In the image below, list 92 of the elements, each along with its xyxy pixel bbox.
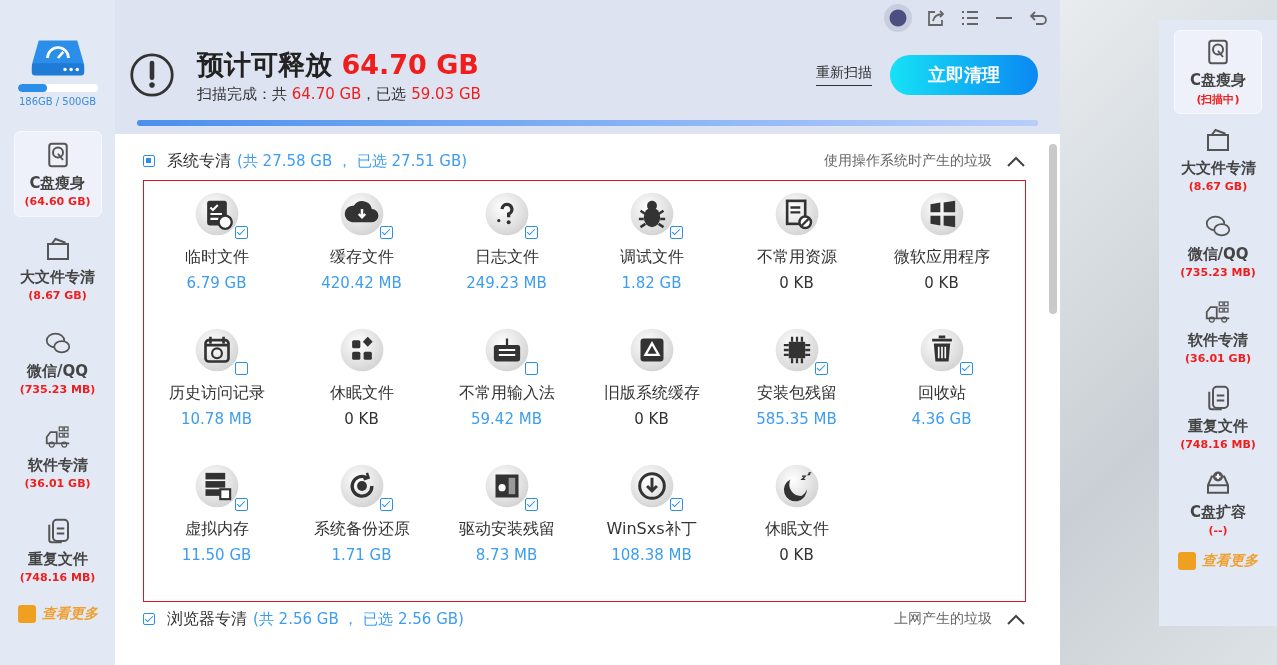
section-summary: (共 27.58 GB ， 已选 27.51 GB) (237, 151, 469, 171)
item-name: 系统备份还原 (313, 519, 410, 540)
item-size: 8.73 MB (475, 546, 538, 564)
sidebar-item[interactable]: 重复文件 (748.16 MB) (13, 507, 102, 593)
chip-icon (773, 327, 820, 373)
item-size: 420.42 MB (321, 274, 402, 292)
item-name: 不常用资源 (756, 247, 837, 268)
section-description: 使用操作系统时产生的垃圾 (824, 152, 992, 170)
avatar-icon[interactable] (884, 4, 912, 32)
item-checkbox[interactable] (379, 226, 393, 239)
item-name: 旧版系统缓存 (603, 383, 700, 404)
item-name: 日志文件 (474, 247, 539, 268)
calendar-icon (193, 327, 240, 373)
item-size: 0 KB (779, 274, 814, 292)
sidebar-item[interactable]: 微信/QQ (735.23 MB) (13, 319, 102, 405)
four-squares-icon (918, 191, 965, 237)
item-checkbox[interactable] (524, 362, 538, 375)
item-name: 回收站 (917, 383, 966, 404)
item-size: 585.35 MB (756, 410, 837, 428)
cloud-download-icon (338, 191, 385, 237)
section-checkbox[interactable] (143, 613, 155, 625)
item-checkbox[interactable] (524, 226, 538, 239)
disk-speed-icon (29, 38, 86, 78)
item-name: 临时文件 (184, 247, 249, 268)
item-name: 休眠文件 (764, 519, 829, 540)
document-block-icon (773, 191, 820, 237)
sidebar-item[interactable]: 软件专清 (36.01 GB) (1174, 290, 1262, 372)
item-size: 4.36 GB (911, 410, 972, 428)
question-icon (483, 191, 530, 237)
item-name: 缓存文件 (329, 247, 394, 268)
sidebar-item[interactable]: C盘瘦身 (扫描中) (1174, 30, 1262, 114)
menu-icon[interactable] (960, 8, 980, 28)
restore-icon (338, 463, 385, 509)
sidebar-item[interactable]: 微信/QQ (735.23 MB) (1174, 204, 1262, 286)
section-title: 浏览器专清 (167, 608, 247, 630)
server-icon (193, 463, 240, 509)
item-size: 11.50 GB (181, 546, 252, 564)
item-name: 微软应用程序 (893, 247, 990, 268)
item-size: 59.42 MB (471, 410, 542, 428)
item-checkbox[interactable] (379, 498, 393, 511)
collapse-icon[interactable] (1006, 155, 1026, 167)
item-size: 1.71 GB (331, 546, 392, 564)
item-checkbox[interactable] (669, 226, 683, 239)
share-icon[interactable] (926, 8, 946, 28)
sidebar-item[interactable]: 重复文件 (748.16 MB) (1174, 376, 1262, 458)
moon-icon (773, 463, 820, 509)
trash-icon (918, 327, 965, 373)
item-size: 10.78 MB (181, 410, 252, 428)
document-clock-icon (193, 191, 240, 237)
item-checkbox[interactable] (234, 362, 248, 375)
item-size: 0 KB (779, 546, 814, 564)
item-size: 0 KB (924, 274, 959, 292)
item-name: 调试文件 (619, 247, 684, 268)
download-icon (628, 463, 675, 509)
item-checkbox[interactable] (234, 498, 248, 511)
item-size: 6.79 GB (186, 274, 247, 292)
sidebar-item[interactable]: 大文件专清 (8.67 GB) (13, 225, 102, 311)
item-name: 休眠文件 (329, 383, 394, 404)
section-description: 上网产生的垃圾 (894, 610, 992, 628)
item-size: 1.82 GB (621, 274, 682, 292)
item-checkbox[interactable] (234, 226, 248, 239)
item-name: WinSxs补丁 (606, 519, 697, 540)
item-checkbox[interactable] (524, 498, 538, 511)
item-name: 驱动安装残留 (458, 519, 555, 540)
section-title: 系统专清 (167, 150, 231, 172)
item-name: 不常用输入法 (458, 383, 555, 404)
item-size: 0 KB (634, 410, 669, 428)
item-size: 0 KB (344, 410, 379, 428)
release-estimate-title: 预计可释放 64.70 GB (197, 47, 480, 82)
item-name: 历史访问记录 (168, 383, 265, 404)
bug-icon (628, 191, 675, 237)
item-size: 249.23 MB (466, 274, 547, 292)
collapse-icon[interactable] (1006, 613, 1026, 625)
back-icon[interactable] (1028, 8, 1048, 28)
rescan-link[interactable]: 重新扫描 (816, 64, 872, 86)
item-checkbox[interactable] (814, 362, 828, 375)
sidebar-item[interactable]: C盘扩容 (--) (1174, 462, 1262, 544)
tiles-icon (338, 327, 385, 373)
section-checkbox[interactable] (143, 155, 155, 167)
item-size: 108.38 MB (611, 546, 692, 564)
warning-icon (129, 52, 175, 98)
sidebar-item[interactable]: 软件专清 (36.01 GB) (13, 413, 102, 499)
sidebar-item[interactable]: 大文件专清 (8.67 GB) (1174, 118, 1262, 200)
item-checkbox[interactable] (669, 498, 683, 511)
item-name: 虚拟内存 (184, 519, 249, 540)
scan-summary: 扫描完成：共 64.70 GB，已选 59.03 GB (197, 84, 482, 104)
disk-usage-label: 186GB / 500GB (18, 96, 97, 107)
scrollbar-thumb[interactable] (1049, 144, 1057, 314)
sidebar-item[interactable]: C盘瘦身 (64.60 GB) (13, 131, 102, 217)
section-summary: (共 2.56 GB ， 已选 2.56 GB) (253, 609, 465, 629)
item-checkbox[interactable] (959, 362, 973, 375)
item-name: 安装包残留 (756, 383, 837, 404)
